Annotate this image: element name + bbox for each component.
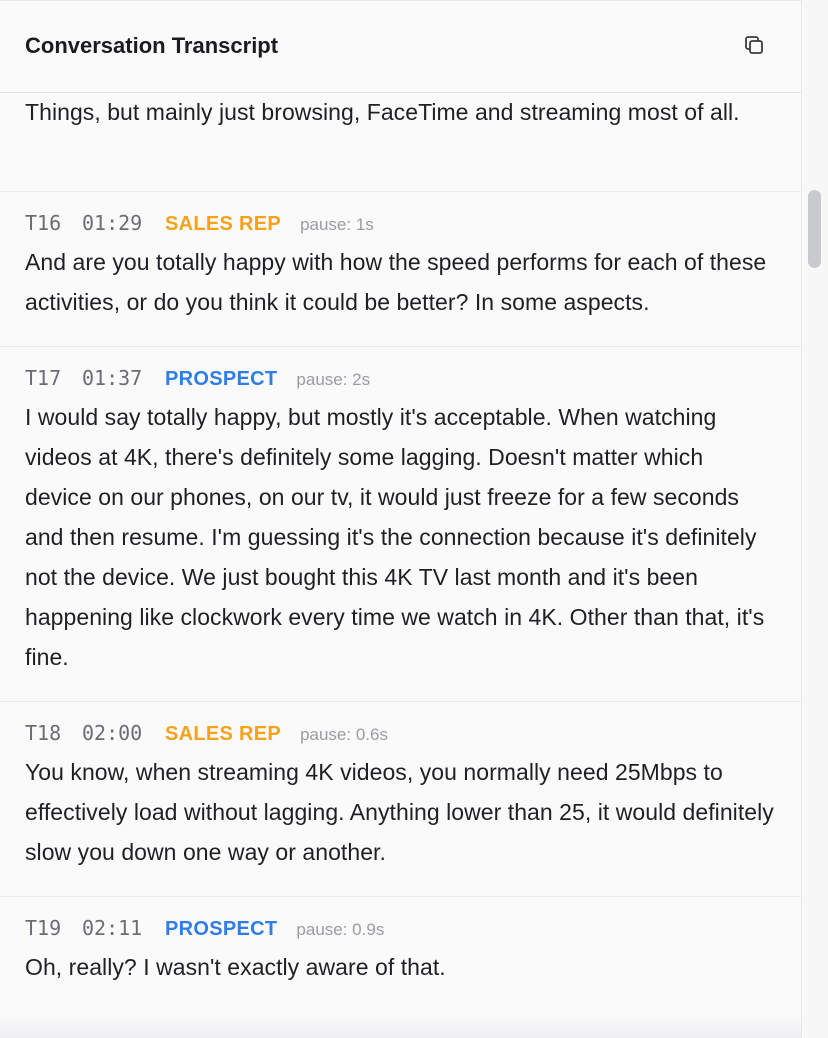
turn-id: T16 xyxy=(25,211,62,235)
speaker-label: SALES REP xyxy=(165,723,282,745)
turn-id: T18 xyxy=(25,721,62,745)
turn-meta: T17 01:37 PROSPECT pause: 2s xyxy=(25,347,776,398)
speaker-label: SALES REP xyxy=(165,213,282,235)
copy-icon xyxy=(742,33,766,62)
transcript-header: Conversation Transcript xyxy=(0,1,801,93)
turn-text: You know, when streaming 4K videos, you … xyxy=(25,759,774,865)
scroll-fade xyxy=(0,1016,801,1038)
turn-timestamp: 02:11 xyxy=(82,916,143,940)
turn-meta: T18 02:00 SALES REP pause: 0.6s xyxy=(25,702,776,753)
turn-timestamp: 01:29 xyxy=(82,211,143,235)
pause-duration: pause: 0.9s xyxy=(296,920,385,939)
turn-text: Oh, really? I wasn't exactly aware of th… xyxy=(25,954,446,980)
turn-text: I would say totally happy, but mostly it… xyxy=(25,404,765,670)
transcript-turn: T16 01:29 SALES REP pause: 1s And are yo… xyxy=(0,192,801,347)
turn-text: And are you totally happy with how the s… xyxy=(25,249,767,315)
scrollbar-thumb[interactable] xyxy=(808,190,821,268)
copy-button[interactable] xyxy=(738,31,770,63)
pause-duration: pause: 1s xyxy=(300,215,374,234)
page-title: Conversation Transcript xyxy=(25,33,279,58)
transcript-turn: T18 02:00 SALES REP pause: 0.6s You know… xyxy=(0,702,801,897)
transcript-turn-partial: Things, but mainly just browsing, FaceTi… xyxy=(0,92,801,192)
speaker-label: PROSPECT xyxy=(165,368,278,390)
pause-duration: pause: 0.6s xyxy=(300,725,388,744)
transcript-panel: Conversation Transcript Things, but main… xyxy=(0,0,802,1038)
transcript-turn: T17 01:37 PROSPECT pause: 2s I would say… xyxy=(0,347,801,702)
turn-id: T19 xyxy=(25,916,62,940)
speaker-label: PROSPECT xyxy=(165,918,278,940)
turn-id: T17 xyxy=(25,366,62,390)
turn-timestamp: 01:37 xyxy=(82,366,143,390)
vertical-scrollbar[interactable] xyxy=(803,0,828,1038)
turn-timestamp: 02:00 xyxy=(82,721,143,745)
turn-meta: T16 01:29 SALES REP pause: 1s xyxy=(25,192,776,243)
pause-duration: pause: 2s xyxy=(296,370,371,389)
turn-meta: T19 02:11 PROSPECT pause: 0.9s xyxy=(25,897,776,948)
turn-text: Things, but mainly just browsing, FaceTi… xyxy=(25,99,740,125)
